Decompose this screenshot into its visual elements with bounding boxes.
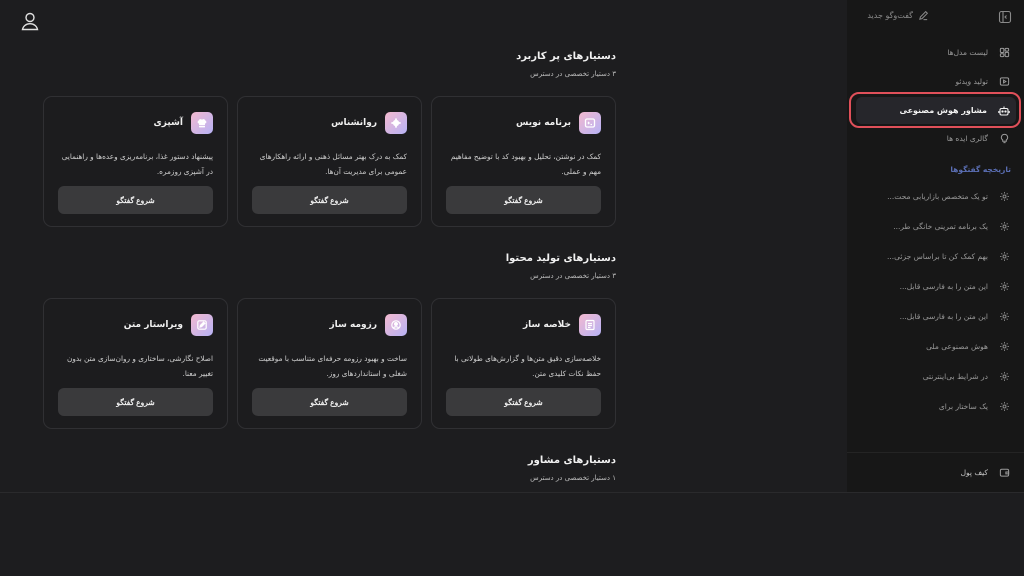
main-content: دستیارهای پر کاربرد ۳ دستیار تخصصی در دس… (0, 0, 847, 492)
app-window: دستیارهای پر کاربرد ۳ دستیار تخصصی در دس… (0, 0, 1024, 576)
history-item[interactable]: یک برنامه تمرینی خانگی طر... (847, 215, 1024, 237)
start-chat-button[interactable]: شروع گفتگو (252, 388, 407, 416)
robot-icon (997, 104, 1011, 118)
history-item-label: در شرایط بی‌اینترنتی (922, 371, 988, 381)
assistant-card-programmer: برنامه نویس کمک در نوشتن، تحلیل و بهبود … (431, 96, 616, 227)
gear-icon (997, 399, 1011, 413)
gear-icon (997, 189, 1011, 203)
gear-icon (997, 249, 1011, 263)
document-icon (579, 314, 601, 336)
card-description: کمک به درک بهتر مسائل ذهنی و ارائه راهکا… (259, 152, 407, 176)
history-item[interactable]: این متن را به فارسی قابل... (847, 305, 1024, 327)
assistant-card-editor: ویراستار متن اصلاح نگارشی، ساختاری و روا… (43, 298, 228, 429)
card-title: روانشناس (331, 118, 377, 128)
section-content-assistants: دستیارهای تولید محتوا ۳ دستیار تخصصی در … (43, 252, 616, 429)
new-chat-button[interactable]: گفت‌وگو جدید (867, 10, 929, 21)
start-chat-button[interactable]: شروع گفتگو (252, 186, 407, 214)
start-chat-button[interactable]: شروع گفتگو (58, 186, 213, 214)
card-title: رزومه ساز (329, 320, 377, 330)
sidebar-item-wallet[interactable]: کیف پول (847, 461, 1024, 483)
card-description: پیشنهاد دستور غذا، برنامه‌ریزی وعده‌ها و… (61, 152, 213, 176)
card-description: ساخت و بهبود رزومه حرفه‌ای متناسب با موق… (258, 354, 407, 378)
gear-icon (997, 219, 1011, 233)
history-item-label: یک برنامه تمرینی خانگی طر... (893, 221, 988, 231)
sidebar-item-label: مشاور هوش مصنوعی (899, 106, 987, 115)
section-popular-assistants: دستیارهای پر کاربرد ۳ دستیار تخصصی در دس… (43, 50, 616, 227)
gear-icon (997, 369, 1011, 383)
gear-icon (997, 279, 1011, 293)
sidebar-item-gallery[interactable]: گالری ایده ها (847, 127, 1024, 149)
sidebar-item-video[interactable]: تولید ویدئو (847, 70, 1024, 92)
history-item[interactable]: در شرایط بی‌اینترنتی (847, 365, 1024, 387)
history-section-title: تاریخچه گفتگوها (950, 165, 1011, 174)
lightbulb-icon (997, 131, 1011, 145)
bottom-bar (0, 492, 1024, 576)
grid-icon (997, 45, 1011, 59)
card-description: اصلاح نگارشی، ساختاری و روان‌سازی متن بد… (66, 354, 213, 378)
card-description: خلاصه‌سازی دقیق متن‌ها و گزارش‌های طولان… (454, 354, 601, 378)
history-item-label: بهم کمک کن تا براساس جزئی... (886, 251, 988, 261)
gear-icon (997, 309, 1011, 323)
history-item-label: هوش مصنوعی ملی (926, 341, 988, 351)
user-profile-icon[interactable] (20, 11, 40, 31)
start-chat-button[interactable]: شروع گفتگو (446, 388, 601, 416)
brain-icon (385, 112, 407, 134)
sidebar: گفت‌وگو جدید لیست مدل‌ها تولید ویدئو مشا… (847, 0, 1024, 492)
start-chat-button[interactable]: شروع گفتگو (58, 388, 213, 416)
wallet-icon (997, 465, 1011, 479)
sidebar-item-label: گالری ایده ها (946, 133, 988, 143)
history-item-label: تو یک متخصص بازاریابی محت... (887, 191, 988, 201)
code-icon (579, 112, 601, 134)
history-item[interactable]: یک ساختار برای (847, 395, 1024, 417)
history-item-label: این متن را به فارسی قابل... (899, 311, 988, 321)
history-item-label: یک ساختار برای (938, 401, 988, 411)
resume-icon (385, 314, 407, 336)
sidebar-divider (847, 452, 1024, 453)
section-subtitle: ۱ دستیار تخصصی در دسترس (530, 474, 616, 482)
history-item[interactable]: این متن را به فارسی قابل... (847, 275, 1024, 297)
assistant-cards: برنامه نویس کمک در نوشتن، تحلیل و بهبود … (43, 96, 616, 227)
card-description: کمک در نوشتن، تحلیل و بهبود کد با توضیح … (450, 152, 601, 176)
pencil-icon (919, 10, 929, 21)
section-subtitle: ۳ دستیار تخصصی در دسترس (530, 70, 616, 78)
assistant-card-resume-builder: رزومه ساز ساخت و بهبود رزومه حرفه‌ای متن… (237, 298, 422, 429)
section-title: دستیارهای مشاور (527, 455, 616, 466)
sidebar-item-ai-advisor[interactable]: مشاور هوش مصنوعی (856, 97, 1016, 124)
history-item-label: این متن را به فارسی قابل... (899, 281, 988, 291)
video-icon (997, 74, 1011, 88)
card-title: خلاصه ساز (522, 320, 571, 330)
assistant-card-cooking: آشپزی پیشنهاد دستور غذا، برنامه‌ریزی وعد… (43, 96, 228, 227)
sidebar-item-label: لیست مدل‌ها (947, 47, 988, 57)
sidebar-item-label: تولید ویدئو (955, 76, 988, 86)
start-chat-button[interactable]: شروع گفتگو (446, 186, 601, 214)
sidebar-item-models[interactable]: لیست مدل‌ها (847, 41, 1024, 63)
assistant-cards: خلاصه ساز خلاصه‌سازی دقیق متن‌ها و گزارش… (43, 298, 616, 429)
assistant-card-psychologist: روانشناس کمک به درک بهتر مسائل ذهنی و ار… (237, 96, 422, 227)
section-title: دستیارهای تولید محتوا (505, 253, 616, 264)
chef-hat-icon (191, 112, 213, 134)
edit-icon (191, 314, 213, 336)
section-title: دستیارهای پر کاربرد (516, 51, 616, 62)
new-chat-label: گفت‌وگو جدید (867, 11, 913, 20)
history-item[interactable]: تو یک متخصص بازاریابی محت... (847, 185, 1024, 207)
section-advisor-assistants: دستیارهای مشاور ۱ دستیار تخصصی در دسترس (44, 454, 616, 483)
card-title: ویراستار متن (123, 320, 183, 330)
sidebar-item-label: کیف پول (960, 467, 988, 477)
card-title: آشپزی (153, 118, 183, 128)
gear-icon (997, 339, 1011, 353)
assistant-card-summarizer: خلاصه ساز خلاصه‌سازی دقیق متن‌ها و گزارش… (431, 298, 616, 429)
history-item[interactable]: بهم کمک کن تا براساس جزئی... (847, 245, 1024, 267)
section-subtitle: ۳ دستیار تخصصی در دسترس (530, 272, 616, 280)
card-title: برنامه نویس (515, 118, 571, 128)
history-item[interactable]: هوش مصنوعی ملی (847, 335, 1024, 357)
sidebar-collapse-icon[interactable] (998, 10, 1012, 24)
